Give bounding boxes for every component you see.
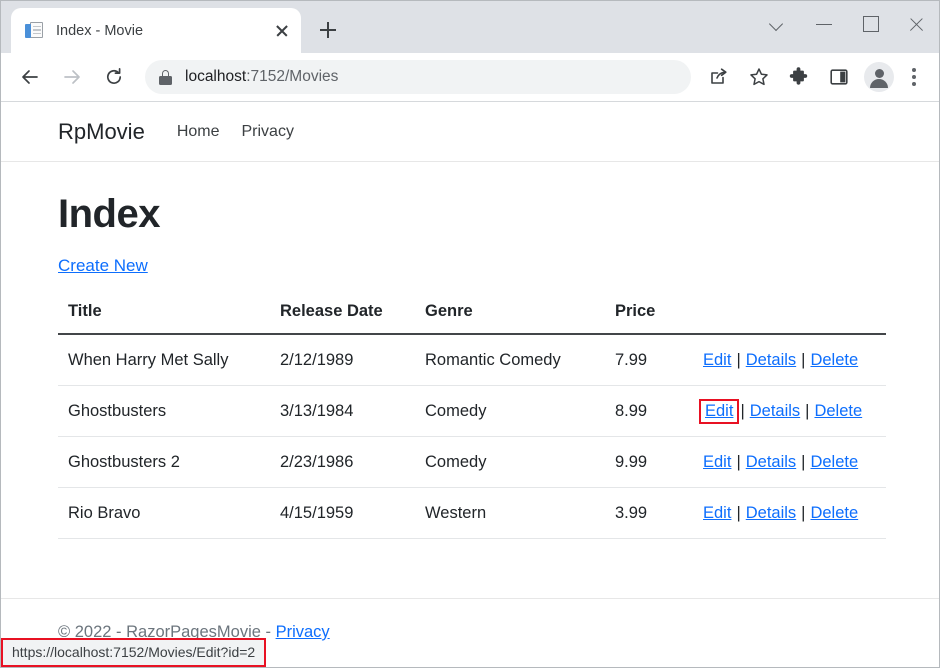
address-bar[interactable]: localhost:7152/Movies <box>145 60 691 94</box>
cell-release-date: 2/12/1989 <box>280 334 425 386</box>
cell-title: Ghostbusters 2 <box>58 437 280 488</box>
browser-tab[interactable]: Index - Movie <box>11 8 301 53</box>
back-arrow-icon[interactable] <box>11 58 49 96</box>
column-header-release-date: Release Date <box>280 302 425 334</box>
cell-price: 8.99 <box>615 386 703 437</box>
cell-title: When Harry Met Sally <box>58 334 280 386</box>
movies-table: Title Release Date Genre Price When Harr… <box>58 302 886 539</box>
action-separator: | <box>731 351 745 369</box>
column-header-actions <box>703 302 886 334</box>
browser-window: Index - Movie <box>0 0 940 668</box>
forward-arrow-icon[interactable] <box>53 58 91 96</box>
site-navbar: RpMovie Home Privacy <box>1 102 939 162</box>
delete-link[interactable]: Delete <box>810 504 858 522</box>
window-controls <box>755 1 939 47</box>
details-link[interactable]: Details <box>746 351 796 369</box>
table-row: Ghostbusters 3/13/1984 Comedy 8.99 Edit|… <box>58 386 886 437</box>
chevron-down-icon[interactable] <box>755 1 801 47</box>
cell-genre: Romantic Comedy <box>425 334 615 386</box>
column-header-genre: Genre <box>425 302 615 334</box>
avatar[interactable] <box>864 62 894 92</box>
nav-link-home[interactable]: Home <box>177 123 220 141</box>
cell-release-date: 4/15/1959 <box>280 488 425 539</box>
table-header-row: Title Release Date Genre Price <box>58 302 886 334</box>
cell-genre: Comedy <box>425 437 615 488</box>
edit-link-highlighted[interactable]: Edit <box>699 399 739 424</box>
action-separator: | <box>796 351 810 369</box>
reload-icon[interactable] <box>95 58 133 96</box>
minimize-icon[interactable] <box>801 1 847 47</box>
action-separator: | <box>796 504 810 522</box>
cell-actions: Edit|Details|Delete <box>703 334 886 386</box>
table-row: Ghostbusters 2 2/23/1986 Comedy 9.99 Edi… <box>58 437 886 488</box>
main-content: Index Create New Title Release Date Genr… <box>1 192 939 539</box>
page-viewport: RpMovie Home Privacy Index Create New Ti… <box>1 102 939 667</box>
url-path: :7152/Movies <box>246 68 338 85</box>
cell-title: Rio Bravo <box>58 488 280 539</box>
action-separator: | <box>800 402 814 420</box>
site-footer: © 2022 - RazorPagesMovie - Privacy <box>1 598 939 642</box>
column-header-price: Price <box>615 302 703 334</box>
cell-release-date: 2/23/1986 <box>280 437 425 488</box>
cell-release-date: 3/13/1984 <box>280 386 425 437</box>
bookmark-star-icon[interactable] <box>742 60 776 94</box>
site-brand[interactable]: RpMovie <box>58 119 145 145</box>
close-icon[interactable] <box>269 18 295 44</box>
table-row: Rio Bravo 4/15/1959 Western 3.99 Edit|De… <box>58 488 886 539</box>
action-separator: | <box>731 453 745 471</box>
cell-price: 3.99 <box>615 488 703 539</box>
column-header-title: Title <box>58 302 280 334</box>
extensions-puzzle-icon[interactable] <box>782 60 816 94</box>
details-link[interactable]: Details <box>746 504 796 522</box>
side-panel-icon[interactable] <box>822 60 856 94</box>
action-separator: | <box>796 453 810 471</box>
browser-toolbar: localhost:7152/Movies <box>1 53 939 101</box>
plus-icon[interactable] <box>313 15 343 45</box>
lock-icon <box>159 70 172 85</box>
cell-genre: Comedy <box>425 386 615 437</box>
delete-link[interactable]: Delete <box>810 453 858 471</box>
cell-genre: Western <box>425 488 615 539</box>
url-text: localhost:7152/Movies <box>185 68 338 86</box>
cell-price: 9.99 <box>615 437 703 488</box>
nav-link-privacy[interactable]: Privacy <box>242 123 294 141</box>
maximize-icon[interactable] <box>847 1 893 47</box>
edit-link[interactable]: Edit <box>703 504 731 522</box>
table-row: When Harry Met Sally 2/12/1989 Romantic … <box>58 334 886 386</box>
tab-title: Index - Movie <box>56 23 269 39</box>
footer-privacy-link[interactable]: Privacy <box>276 623 330 641</box>
action-separator: | <box>731 504 745 522</box>
cell-title: Ghostbusters <box>58 386 280 437</box>
url-host: localhost <box>185 68 246 85</box>
create-new-link[interactable]: Create New <box>58 256 148 276</box>
share-icon[interactable] <box>702 60 736 94</box>
three-dot-menu-icon[interactable] <box>899 60 929 94</box>
action-separator: | <box>735 402 749 420</box>
cell-actions: Edit|Details|Delete <box>703 488 886 539</box>
status-bubble: https://localhost:7152/Movies/Edit?id=2 <box>1 638 266 667</box>
delete-link[interactable]: Delete <box>814 402 862 420</box>
cell-actions: Edit|Details|Delete <box>703 386 886 437</box>
page-document-icon <box>25 21 44 41</box>
table-header: Title Release Date Genre Price <box>58 302 886 334</box>
details-link[interactable]: Details <box>750 402 800 420</box>
cell-price: 7.99 <box>615 334 703 386</box>
toolbar-actions <box>699 60 931 94</box>
window-close-icon[interactable] <box>893 1 939 47</box>
page-title: Index <box>58 192 882 237</box>
table-body: When Harry Met Sally 2/12/1989 Romantic … <box>58 334 886 539</box>
edit-link[interactable]: Edit <box>703 453 731 471</box>
cell-actions: Edit|Details|Delete <box>703 437 886 488</box>
details-link[interactable]: Details <box>746 453 796 471</box>
delete-link[interactable]: Delete <box>810 351 858 369</box>
tab-strip: Index - Movie <box>1 1 939 53</box>
edit-link[interactable]: Edit <box>703 351 731 369</box>
